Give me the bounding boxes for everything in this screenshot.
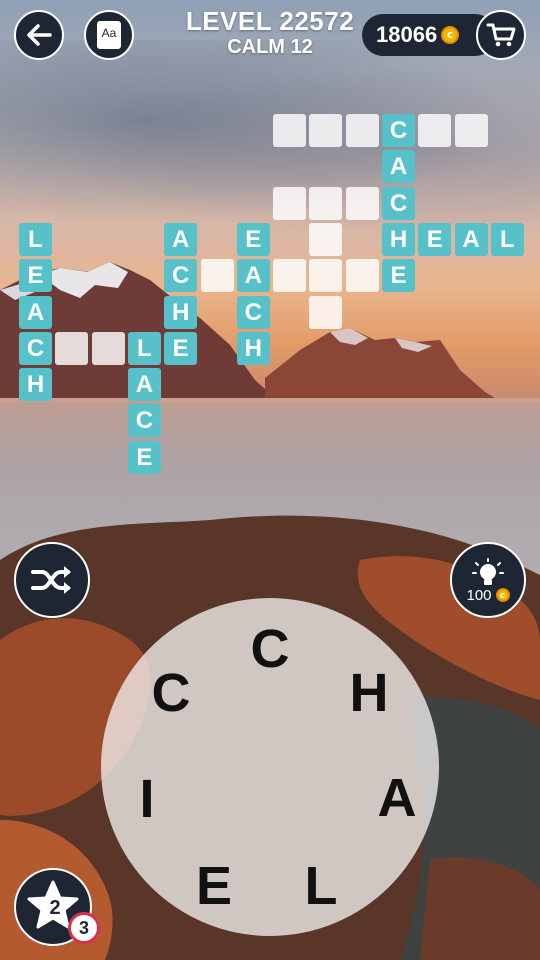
wheel-letter[interactable]: A [367, 768, 427, 828]
tile-letter: C [236, 295, 270, 329]
tile-letter: L [19, 222, 52, 256]
shuffle-icon [31, 566, 71, 594]
tile-empty [273, 259, 307, 293]
tile-letter: A [164, 222, 198, 256]
tile-letter: E [236, 222, 270, 256]
tile-letter: L [127, 331, 161, 365]
tile-letter: E [127, 440, 161, 474]
tile-empty [345, 259, 379, 293]
tile-letter: E [164, 331, 198, 365]
tile-empty [345, 114, 379, 147]
wheel-letter[interactable]: C [240, 619, 300, 679]
star-badge: 3 [68, 912, 100, 944]
tile-empty [309, 114, 343, 147]
tile-letter: C [127, 404, 161, 438]
tile-empty [454, 114, 488, 147]
shuffle-button[interactable] [14, 542, 90, 618]
tile-empty [345, 186, 379, 220]
tile-empty [309, 186, 343, 220]
letter-wheel[interactable]: CHALEIC [101, 598, 439, 936]
tile-empty [309, 295, 343, 329]
tile-letter: E [418, 222, 452, 256]
tile-letter: C [164, 259, 198, 293]
tile-empty [273, 186, 307, 220]
tile-letter: A [382, 150, 415, 184]
tile-letter: A [19, 295, 52, 329]
wheel-letter[interactable]: L [291, 856, 351, 916]
tile-letter: E [19, 259, 52, 293]
tile-letter: C [382, 114, 415, 147]
wheel-letter[interactable]: C [141, 663, 201, 723]
tile-letter: L [490, 222, 524, 256]
tile-letter: H [236, 331, 270, 365]
tile-letter: A [236, 259, 270, 293]
tile-letter: H [382, 222, 415, 256]
lightbulb-icon [472, 557, 504, 585]
tile-empty [200, 259, 234, 293]
wheel-letter[interactable]: I [117, 769, 177, 829]
tile-letter: E [382, 259, 415, 293]
coin-icon: c [495, 588, 510, 602]
wheel-letter[interactable]: E [184, 856, 244, 916]
tile-empty [309, 259, 343, 293]
tile-empty [418, 114, 452, 147]
tile-empty [309, 222, 343, 256]
hint-cost-value: 100 [466, 586, 492, 604]
wheel-letter[interactable]: H [339, 663, 399, 723]
tile-letter: C [19, 331, 52, 365]
tile-letter: H [164, 295, 198, 329]
tile-empty [55, 331, 89, 365]
crossword-board: CACLAEHEALECAEAHCCLEHHACE [0, 0, 540, 540]
hint-cost: 100 c [466, 586, 510, 604]
tile-empty [91, 331, 125, 365]
hint-button[interactable]: 100 c [450, 542, 526, 618]
tile-letter: C [382, 186, 415, 220]
tile-letter: A [454, 222, 488, 256]
tile-letter: A [127, 368, 161, 402]
tile-empty [273, 114, 307, 147]
tile-letter: H [19, 368, 52, 402]
